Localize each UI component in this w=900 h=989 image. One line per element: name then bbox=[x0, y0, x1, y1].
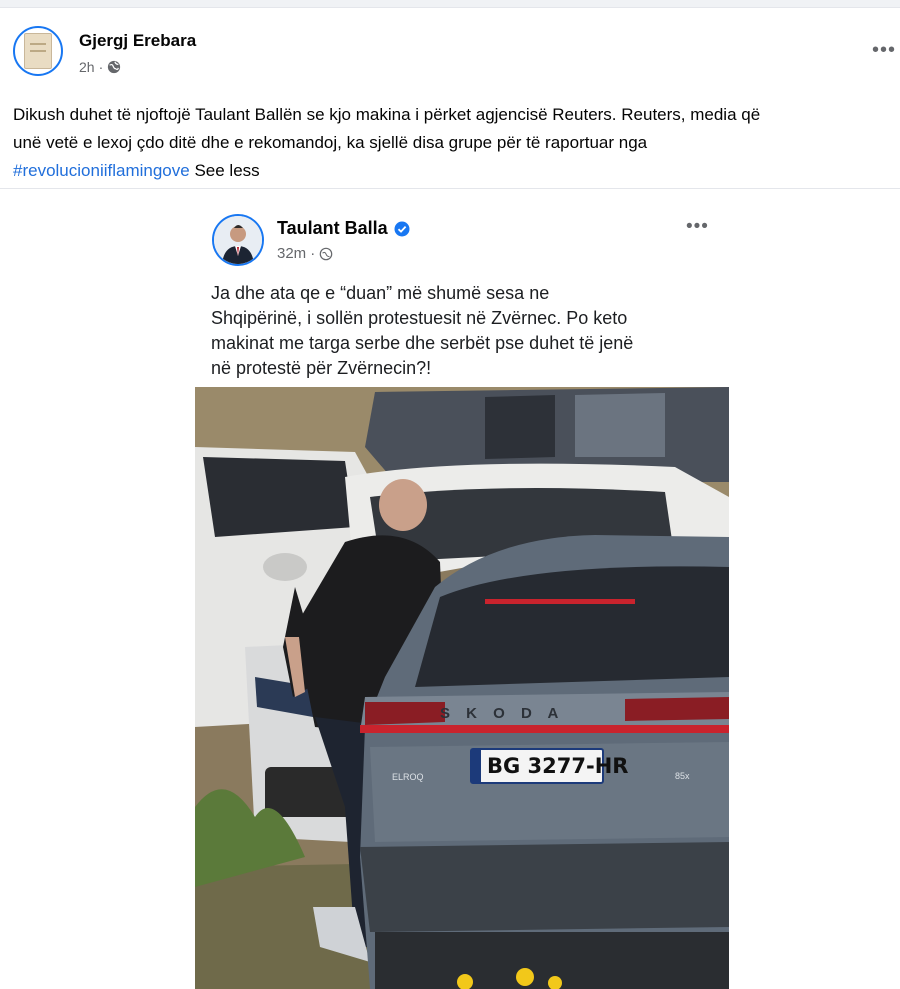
car-photo bbox=[195, 387, 729, 989]
see-less-button[interactable]: See less bbox=[194, 161, 259, 180]
shared-author-name: Taulant Balla bbox=[277, 218, 388, 238]
shared-text: Ja dhe ata qe e “duan” më shumë sesa ne … bbox=[211, 283, 634, 378]
post-body: Dikush duhet të njoftojë Taulant Ballën … bbox=[13, 105, 761, 152]
shared-author-avatar bbox=[212, 214, 264, 266]
verified-badge-icon bbox=[394, 221, 410, 236]
shared-time: 32m bbox=[277, 245, 307, 262]
globe-icon bbox=[108, 60, 121, 74]
post-card: Gjergj Erebara 2h · ••• Dikush duhet të … bbox=[0, 7, 900, 989]
post-text: Dikush duhet të njoftojë Taulant Ballën … bbox=[13, 101, 893, 185]
shared-meta: 32m · bbox=[277, 245, 333, 262]
hashtag-link[interactable]: #revolucioniiflamingove bbox=[13, 161, 190, 180]
divider bbox=[0, 188, 900, 189]
license-plate-text: BG 3277-HR bbox=[487, 754, 629, 778]
car-badge-left: ELROQ bbox=[392, 772, 424, 782]
more-options-button[interactable]: ••• bbox=[872, 40, 896, 60]
document-icon bbox=[24, 33, 52, 69]
car-brand-text: S K O D A bbox=[440, 705, 565, 722]
globe-icon bbox=[319, 247, 333, 260]
post-meta: 2h · bbox=[79, 59, 121, 75]
shared-photo[interactable]: S K O D A BG 3277-HR ELROQ 85x bbox=[195, 387, 729, 989]
shared-more-icon: ••• bbox=[686, 216, 709, 237]
post-time[interactable]: 2h bbox=[79, 59, 95, 75]
person-avatar-icon bbox=[214, 216, 262, 264]
shared-author: Taulant Balla bbox=[277, 218, 410, 239]
car-badge-right: 85x bbox=[675, 771, 690, 781]
author-avatar[interactable] bbox=[13, 26, 63, 76]
post-author-name[interactable]: Gjergj Erebara bbox=[79, 31, 196, 51]
